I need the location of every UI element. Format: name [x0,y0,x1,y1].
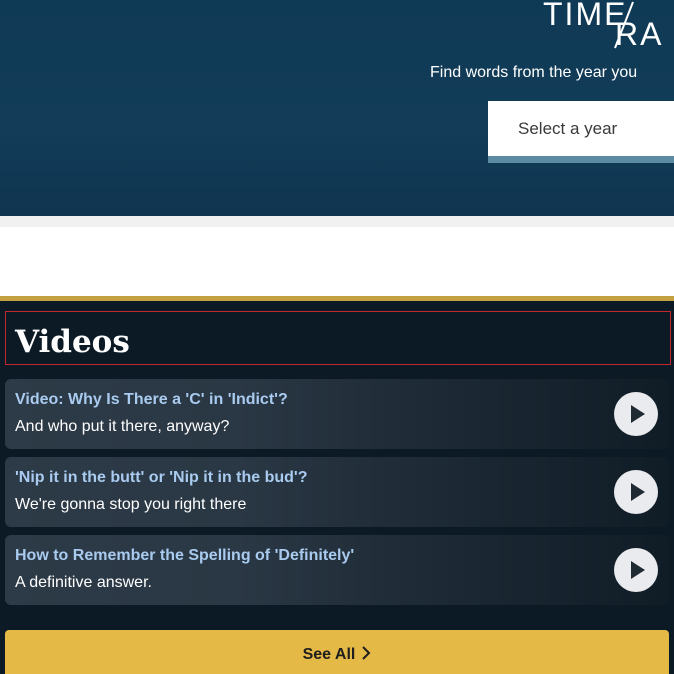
play-icon [631,405,645,423]
play-button[interactable] [614,392,658,436]
see-all-label: See All [302,646,356,663]
video-title[interactable]: How to Remember the Spelling of 'Definit… [15,547,354,565]
hero-tagline: Find words from the year you [430,64,638,81]
play-icon [631,561,645,579]
year-select-placeholder: Select a year [518,119,618,138]
videos-section: Videos Video: Why Is There a 'C' in 'Ind… [0,296,674,674]
video-card[interactable]: 'Nip it in the butt' or 'Nip it in the b… [5,457,669,527]
time-traveler-logo[interactable]: TIME RA [543,0,674,52]
play-button[interactable] [614,548,658,592]
video-card[interactable]: How to Remember the Spelling of 'Definit… [5,535,669,605]
chevron-right-icon [362,646,371,660]
video-subtitle: We're gonna stop you right there [15,496,247,513]
time-traveler-hero: TIME RA Find words from the year you Sel… [0,0,674,216]
year-select[interactable]: Select a year [488,101,674,163]
logo-text-line2: RA [615,16,664,52]
play-button[interactable] [614,470,658,514]
content-spacer-inner [0,227,674,296]
video-title[interactable]: 'Nip it in the butt' or 'Nip it in the b… [15,469,308,487]
play-icon [631,483,645,501]
see-all-label-wrap: See All [5,645,669,664]
see-all-button[interactable]: See All [5,630,669,674]
video-title[interactable]: Video: Why Is There a 'C' in 'Indict'? [15,391,288,409]
content-spacer [0,216,674,296]
video-subtitle: And who put it there, anyway? [15,418,230,435]
videos-heading: Videos [15,324,130,360]
videos-heading-box: Videos [5,311,671,365]
video-subtitle: A definitive answer. [15,574,152,591]
video-card[interactable]: Video: Why Is There a 'C' in 'Indict'? A… [5,379,669,449]
